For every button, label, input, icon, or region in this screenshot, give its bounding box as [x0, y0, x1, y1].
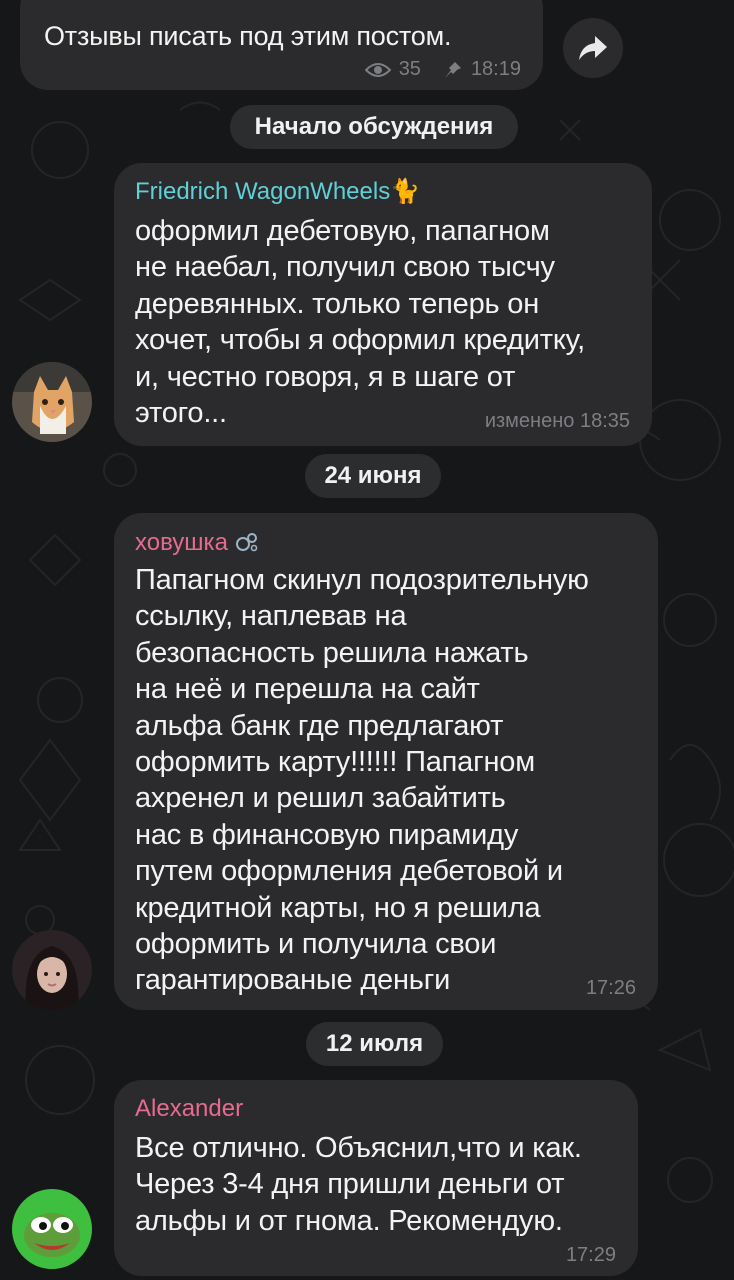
pepe-frog-image: [12, 1189, 92, 1269]
discussion-start-label: Начало обсуждения: [230, 105, 518, 149]
message-text: оформил дебетовую, папагном не наебал, п…: [135, 215, 585, 430]
bubbles-emoji-icon: [235, 533, 257, 552]
share-arrow-icon: [579, 36, 607, 60]
pin-icon: [444, 61, 461, 78]
message-bubble: Friedrich WagonWheels🐈 оформил дебетовую…: [114, 163, 652, 446]
channel-post-meta: 35 18:19: [364, 58, 521, 81]
channel-post-text: Отзывы писать под этим постом.: [44, 21, 452, 51]
girl-avatar-image: [12, 930, 92, 1010]
sender-name[interactable]: Alexander: [135, 1094, 243, 1124]
girl-avatar[interactable]: [12, 930, 92, 1010]
message-text: Все отлично. Объяснил,что и как. Через 3…: [135, 1132, 582, 1237]
message-meta: 17:29: [565, 1244, 616, 1266]
date-separator: 24 июня: [305, 454, 441, 498]
message-bubble: Alexander Все отлично. Объяснил,что и ка…: [114, 1080, 638, 1276]
pepe-frog-avatar[interactable]: [12, 1189, 92, 1269]
message-meta: 17:26: [585, 977, 636, 999]
date-separator: 12 июля: [306, 1022, 443, 1066]
message-text: Папагном скинул подозрительную ссылку, н…: [135, 564, 589, 997]
channel-post-bubble: Отзывы писать под этим постом. 35 18:19: [20, 0, 543, 90]
cat-emoji: 🐈: [390, 178, 421, 205]
sender-name[interactable]: Friedrich WagonWheels🐈: [135, 177, 420, 207]
sender-name[interactable]: ховушка: [135, 528, 259, 558]
message-meta: изменено 18:35: [484, 410, 630, 432]
channel-post-time: 18:19: [470, 58, 521, 80]
cat-avatar-image: [12, 362, 92, 442]
share-button[interactable]: [563, 18, 623, 78]
cat-avatar[interactable]: [12, 362, 92, 442]
eye-icon: [364, 62, 391, 77]
message-bubble: ховушка Папагном скинул подозрительную с…: [114, 513, 658, 1010]
views-count: 35: [398, 58, 421, 80]
